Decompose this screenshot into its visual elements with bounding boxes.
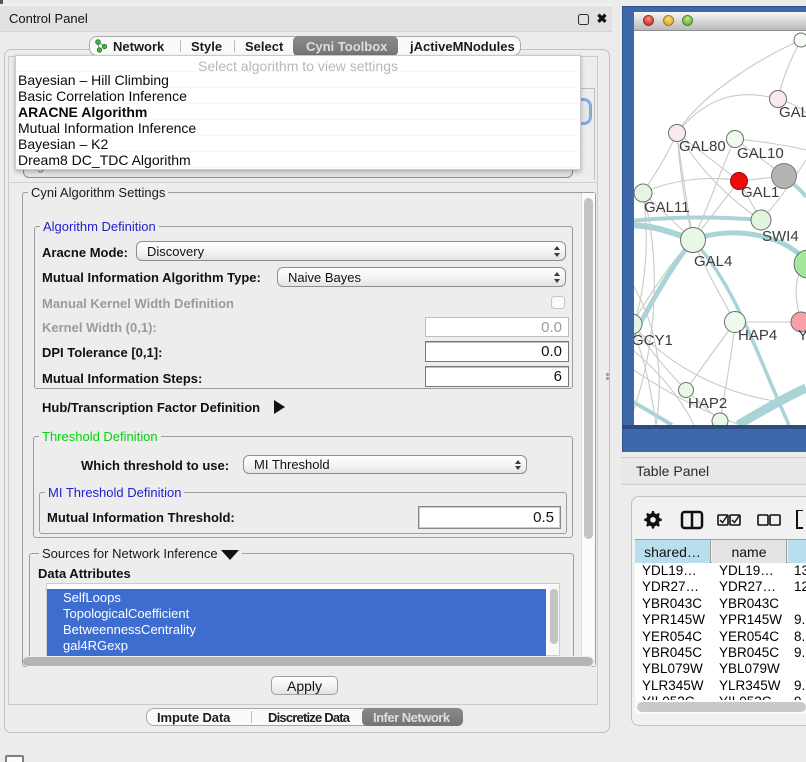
svg-text:GAL1: GAL1 [741,184,779,201]
svg-text:HAP2: HAP2 [688,395,727,412]
svg-text:HAP4: HAP4 [738,327,777,344]
svg-text:GAL10: GAL10 [737,145,784,162]
svg-text:GAL4: GAL4 [694,253,732,270]
svg-text:GAL80: GAL80 [679,138,726,155]
svg-text:Y: Y [798,327,806,344]
svg-text:GAL2: GAL2 [779,104,806,121]
svg-text:GCY1: GCY1 [634,332,673,349]
svg-text:GAL11: GAL11 [644,199,690,216]
svg-text:SWI4: SWI4 [762,228,799,245]
